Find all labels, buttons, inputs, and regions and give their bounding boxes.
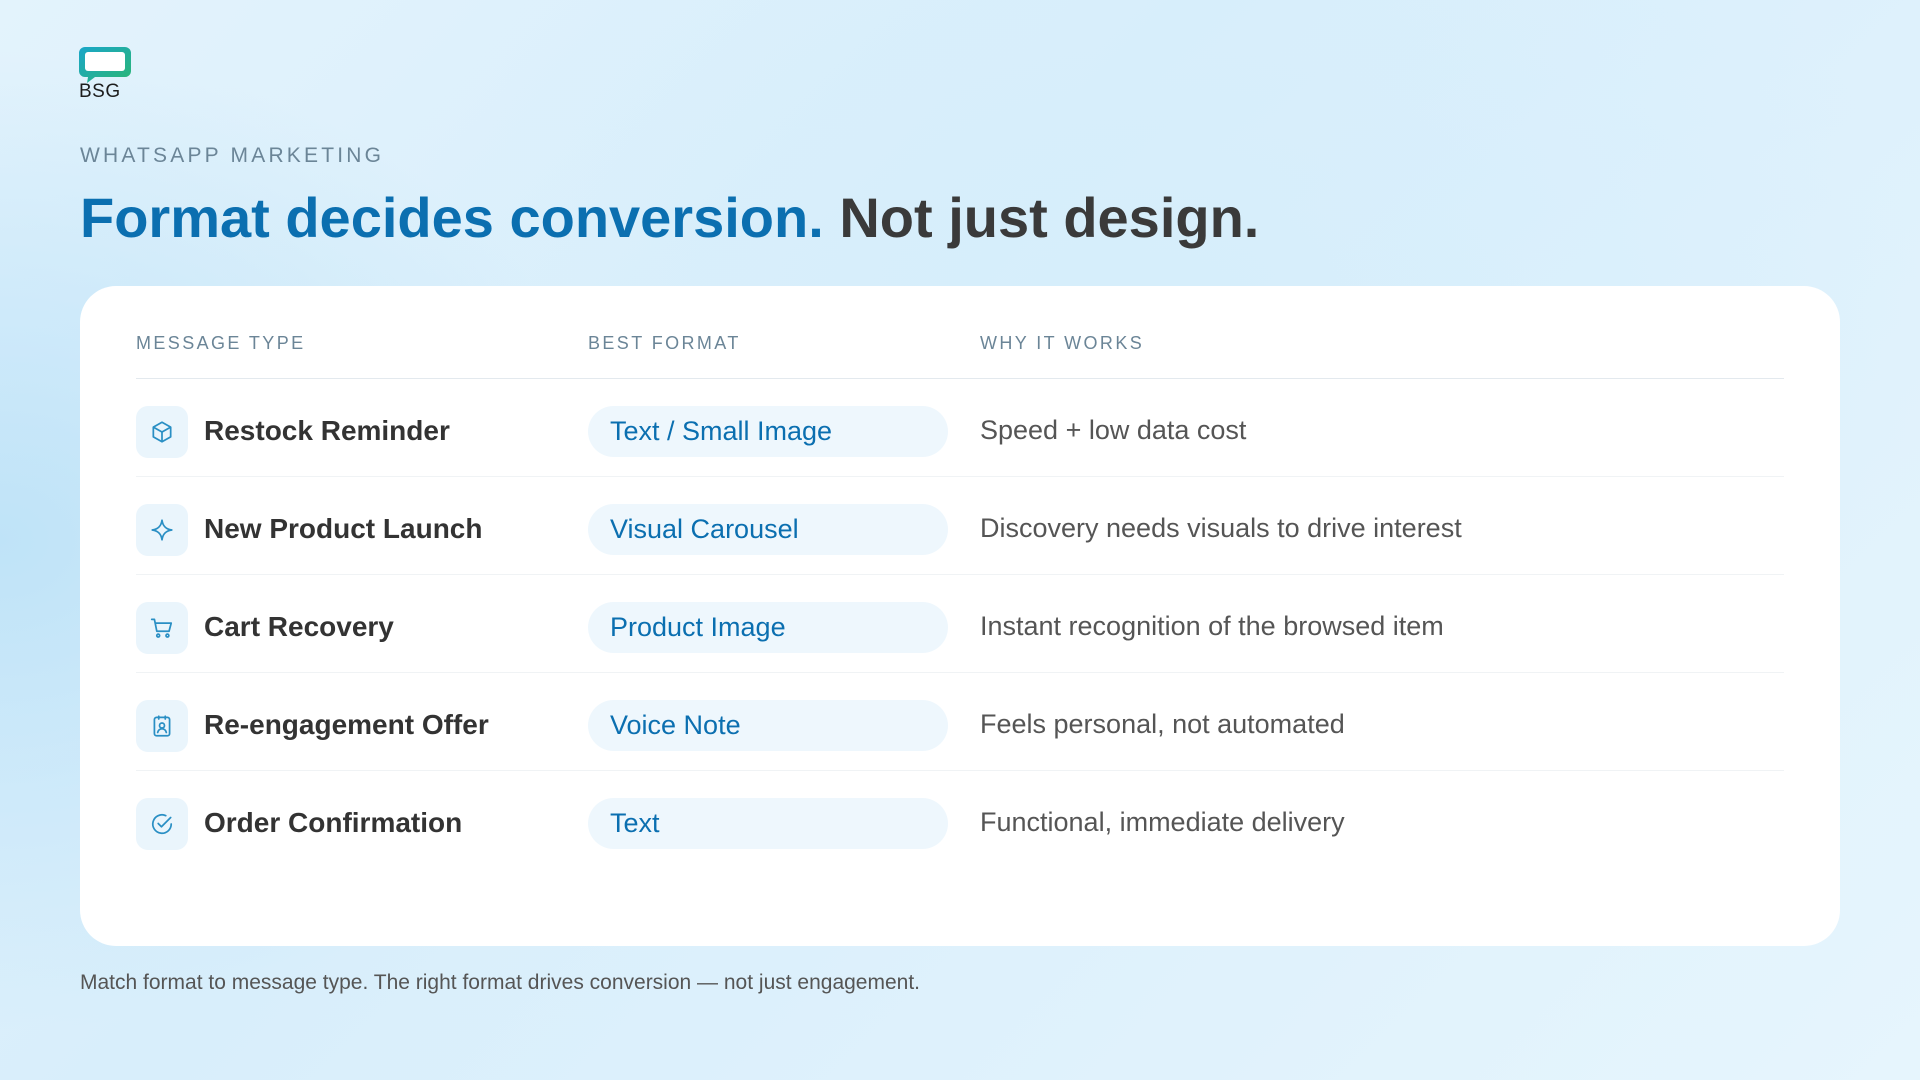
section-eyebrow: WHATSAPP MARKETING bbox=[80, 144, 385, 167]
logo-wordmark: BSG bbox=[79, 81, 121, 102]
message-type-label: Order Confirmation bbox=[204, 807, 463, 838]
sparkle-icon bbox=[136, 504, 188, 556]
chat-bubble-logo-icon bbox=[79, 47, 131, 83]
message-type-label: New Product Launch bbox=[204, 513, 483, 544]
message-type-label: Cart Recovery bbox=[204, 611, 394, 642]
contact-card-icon bbox=[136, 700, 188, 752]
message-type-label: Re-engagement Offer bbox=[204, 709, 489, 740]
message-type-label: Restock Reminder bbox=[204, 415, 450, 446]
box-icon bbox=[136, 406, 188, 458]
best-format-pill: Text bbox=[588, 798, 948, 849]
format-table-card: MESSAGE TYPE BEST FORMAT WHY IT WORKS Re… bbox=[80, 286, 1840, 946]
table-row: Cart Recovery Product Image Instant reco… bbox=[136, 575, 1784, 673]
column-header-message-type: MESSAGE TYPE bbox=[136, 333, 306, 353]
cart-icon bbox=[136, 602, 188, 654]
page-title: Format decides conversion. Not just desi… bbox=[80, 182, 1259, 254]
headline-accent: Format decides conversion. bbox=[80, 186, 824, 249]
table-row: New Product Launch Visual Carousel Disco… bbox=[136, 477, 1784, 575]
why-it-works-text: Functional, immediate delivery bbox=[980, 807, 1345, 837]
table-header: MESSAGE TYPE BEST FORMAT WHY IT WORKS bbox=[136, 286, 1784, 379]
why-it-works-text: Instant recognition of the browsed item bbox=[980, 611, 1444, 641]
footer-note: Match format to message type. The right … bbox=[80, 971, 921, 994]
brand-logo: BSG bbox=[79, 47, 133, 102]
table-row: Order Confirmation Text Functional, imme… bbox=[136, 771, 1784, 868]
check-circle-icon bbox=[136, 798, 188, 850]
best-format-pill: Voice Note bbox=[588, 700, 948, 751]
best-format-pill: Visual Carousel bbox=[588, 504, 948, 555]
why-it-works-text: Discovery needs visuals to drive interes… bbox=[980, 513, 1462, 543]
why-it-works-text: Speed + low data cost bbox=[980, 415, 1247, 445]
column-header-best-format: BEST FORMAT bbox=[588, 333, 741, 353]
column-header-why-it-works: WHY IT WORKS bbox=[980, 333, 1145, 353]
table-row: Restock Reminder Text / Small Image Spee… bbox=[136, 379, 1784, 477]
best-format-pill: Product Image bbox=[588, 602, 948, 653]
table-row: Re-engagement Offer Voice Note Feels per… bbox=[136, 673, 1784, 771]
why-it-works-text: Feels personal, not automated bbox=[980, 709, 1345, 739]
headline-rest: Not just design. bbox=[839, 186, 1260, 249]
best-format-pill: Text / Small Image bbox=[588, 406, 948, 457]
